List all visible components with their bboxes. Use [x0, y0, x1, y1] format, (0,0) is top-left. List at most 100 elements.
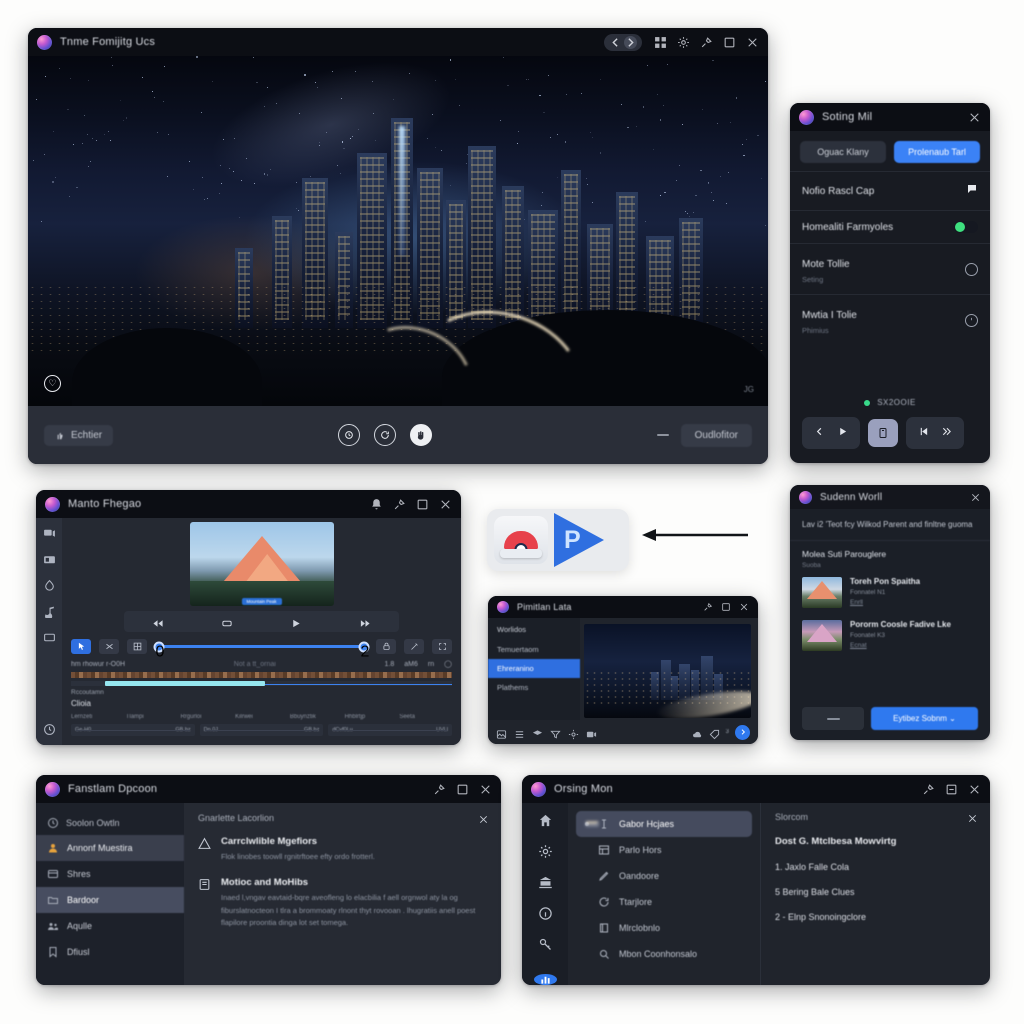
cut-icon[interactable]: [99, 639, 119, 654]
rewind-icon[interactable]: [151, 616, 165, 627]
list-item-link[interactable]: Enrll: [850, 599, 920, 606]
info-icon[interactable]: [538, 906, 553, 921]
nav-item-bardoor[interactable]: Bardoor: [36, 887, 184, 913]
sidebar-item-plathems[interactable]: Plathems: [488, 678, 580, 697]
tab-prolenaub-tarl[interactable]: Prolenaub Tarl: [894, 141, 980, 163]
list-item-oandoore[interactable]: Oandoore: [576, 863, 752, 889]
chevron-right-icon[interactable]: [735, 725, 750, 740]
timeline-pane[interactable]: Ge-H0GB bz: [71, 724, 195, 736]
speed-circle-icon[interactable]: [338, 424, 360, 446]
timeline-range-slider[interactable]: 0 2: [159, 645, 364, 648]
pin-icon[interactable]: [433, 783, 446, 796]
layers-icon[interactable]: [532, 727, 543, 738]
list-item[interactable]: Pororm Coosle Fadive Lke Foonatel K3 Ecn…: [790, 614, 990, 657]
primary-button[interactable]: Eytibez Sobnm ⌄: [871, 707, 978, 730]
cog-icon[interactable]: [677, 36, 690, 49]
outdoor-button[interactable]: Oudlofitor: [681, 424, 752, 447]
nav-pill[interactable]: [604, 34, 642, 51]
chevron-left-icon[interactable]: [814, 424, 825, 442]
list-item-link[interactable]: Ecnat: [850, 642, 951, 649]
video-icon[interactable]: [586, 727, 597, 738]
lock-icon[interactable]: [376, 639, 396, 654]
close-icon[interactable]: [479, 783, 492, 796]
secondary-button[interactable]: [802, 707, 864, 730]
fullscreen-icon[interactable]: [432, 639, 452, 654]
analytics-icon[interactable]: [534, 974, 557, 985]
list-item[interactable]: Toreh Pon Spaitha Fonnatel N1 Enrll: [790, 571, 990, 614]
close-icon[interactable]: [478, 812, 489, 823]
editor-preview[interactable]: Mountain Peak: [62, 518, 461, 606]
pin-icon[interactable]: [393, 498, 406, 511]
capture-icon[interactable]: [868, 419, 898, 447]
shapes-icon[interactable]: [43, 579, 56, 592]
settings-row-mwtia[interactable]: Mwtia I Tolie Phimius: [790, 294, 990, 345]
timeline-pane[interactable]: dCvf0LuUVLl: [328, 724, 452, 736]
maximize-icon[interactable]: [456, 783, 469, 796]
close-icon[interactable]: [967, 811, 978, 822]
nav-item-aqulle[interactable]: Aqulle: [36, 913, 184, 939]
settings-row-mote[interactable]: Mote Tollie Seting: [790, 243, 990, 294]
library-icon[interactable]: [538, 875, 553, 890]
minimize-icon[interactable]: [945, 783, 958, 796]
list-item-mbon-coonhonsalo[interactable]: Mbon Coonhonsalo: [576, 941, 752, 967]
transport-group-left[interactable]: [802, 417, 860, 449]
list-item-ttarjlore[interactable]: Ttarjlore: [576, 889, 752, 915]
speech-bubble-icon[interactable]: [966, 182, 978, 200]
ring-icon[interactable]: [965, 263, 978, 276]
fast-forward-icon[interactable]: [941, 424, 952, 442]
maximize-icon[interactable]: [416, 498, 429, 511]
minus-icon[interactable]: [657, 434, 669, 436]
close-icon[interactable]: [970, 492, 981, 503]
heart-circle-icon[interactable]: ♡: [44, 375, 61, 392]
home-icon[interactable]: [538, 813, 553, 828]
editor-chip-button[interactable]: Echtier: [44, 425, 113, 446]
pin-icon[interactable]: [703, 602, 713, 612]
grid-icon[interactable]: [654, 36, 667, 49]
nav-item-dfiusl[interactable]: Dfiusl: [36, 939, 184, 965]
skip-end-icon[interactable]: [358, 616, 372, 627]
list-item-mlrclobnlo[interactable]: Mlrclobnlo: [576, 915, 752, 941]
timeline-pane[interactable]: Dn.0JGB bz: [200, 724, 324, 736]
transport-group-right[interactable]: [906, 417, 964, 449]
play-p-icon[interactable]: [552, 516, 606, 564]
maximize-icon[interactable]: [721, 602, 731, 612]
nav-item-annonf-muestira[interactable]: Annonf Muestira: [36, 835, 184, 861]
wand-icon[interactable]: [404, 639, 424, 654]
library-icon[interactable]: [43, 553, 56, 566]
toggle-switch[interactable]: [954, 221, 978, 233]
key-icon[interactable]: [538, 937, 553, 952]
audio-track-row[interactable]: [71, 681, 452, 686]
refresh-icon[interactable]: [374, 424, 396, 446]
close-icon[interactable]: [439, 498, 452, 511]
slider-handle-start[interactable]: 0: [154, 641, 165, 652]
filter-icon[interactable]: [550, 727, 561, 738]
pin-icon[interactable]: [700, 36, 713, 49]
maximize-icon[interactable]: [723, 36, 736, 49]
nav-item-shres[interactable]: Shres: [36, 861, 184, 887]
browser-preview-image[interactable]: [584, 624, 751, 718]
settings-row-nofio[interactable]: Nofio Rascl Cap: [790, 171, 990, 210]
media-icon[interactable]: [43, 527, 56, 540]
close-icon[interactable]: [739, 602, 749, 612]
red-cap-icon[interactable]: [494, 516, 548, 564]
hand-icon[interactable]: [410, 424, 432, 446]
play-icon[interactable]: [837, 424, 848, 442]
slider-handle-end[interactable]: 2: [359, 641, 370, 652]
list-icon[interactable]: [514, 727, 525, 738]
image-icon[interactable]: [496, 727, 507, 738]
chevron-right-icon[interactable]: [624, 36, 637, 49]
pin-icon[interactable]: [922, 783, 935, 796]
cam-icon[interactable]: ◯: [444, 660, 452, 668]
settings-row-homealiti[interactable]: Homealiti Farmyoles: [790, 210, 990, 243]
play-icon[interactable]: [289, 616, 303, 627]
cloud-icon[interactable]: [692, 727, 703, 738]
audio-icon[interactable]: [43, 605, 56, 618]
sidebar-item-ehreranino[interactable]: Ehreranino: [488, 659, 580, 678]
list-item-gabor-hcjaes[interactable]: Gabor Hcjaes: [576, 811, 752, 837]
power-ring-icon[interactable]: [965, 314, 978, 327]
clock-icon[interactable]: [43, 723, 56, 736]
filmstrip-track[interactable]: [71, 672, 452, 678]
close-icon[interactable]: [968, 783, 981, 796]
skip-back-icon[interactable]: [918, 424, 929, 442]
list-item-parlo-hors[interactable]: Parlo Hors: [576, 837, 752, 863]
